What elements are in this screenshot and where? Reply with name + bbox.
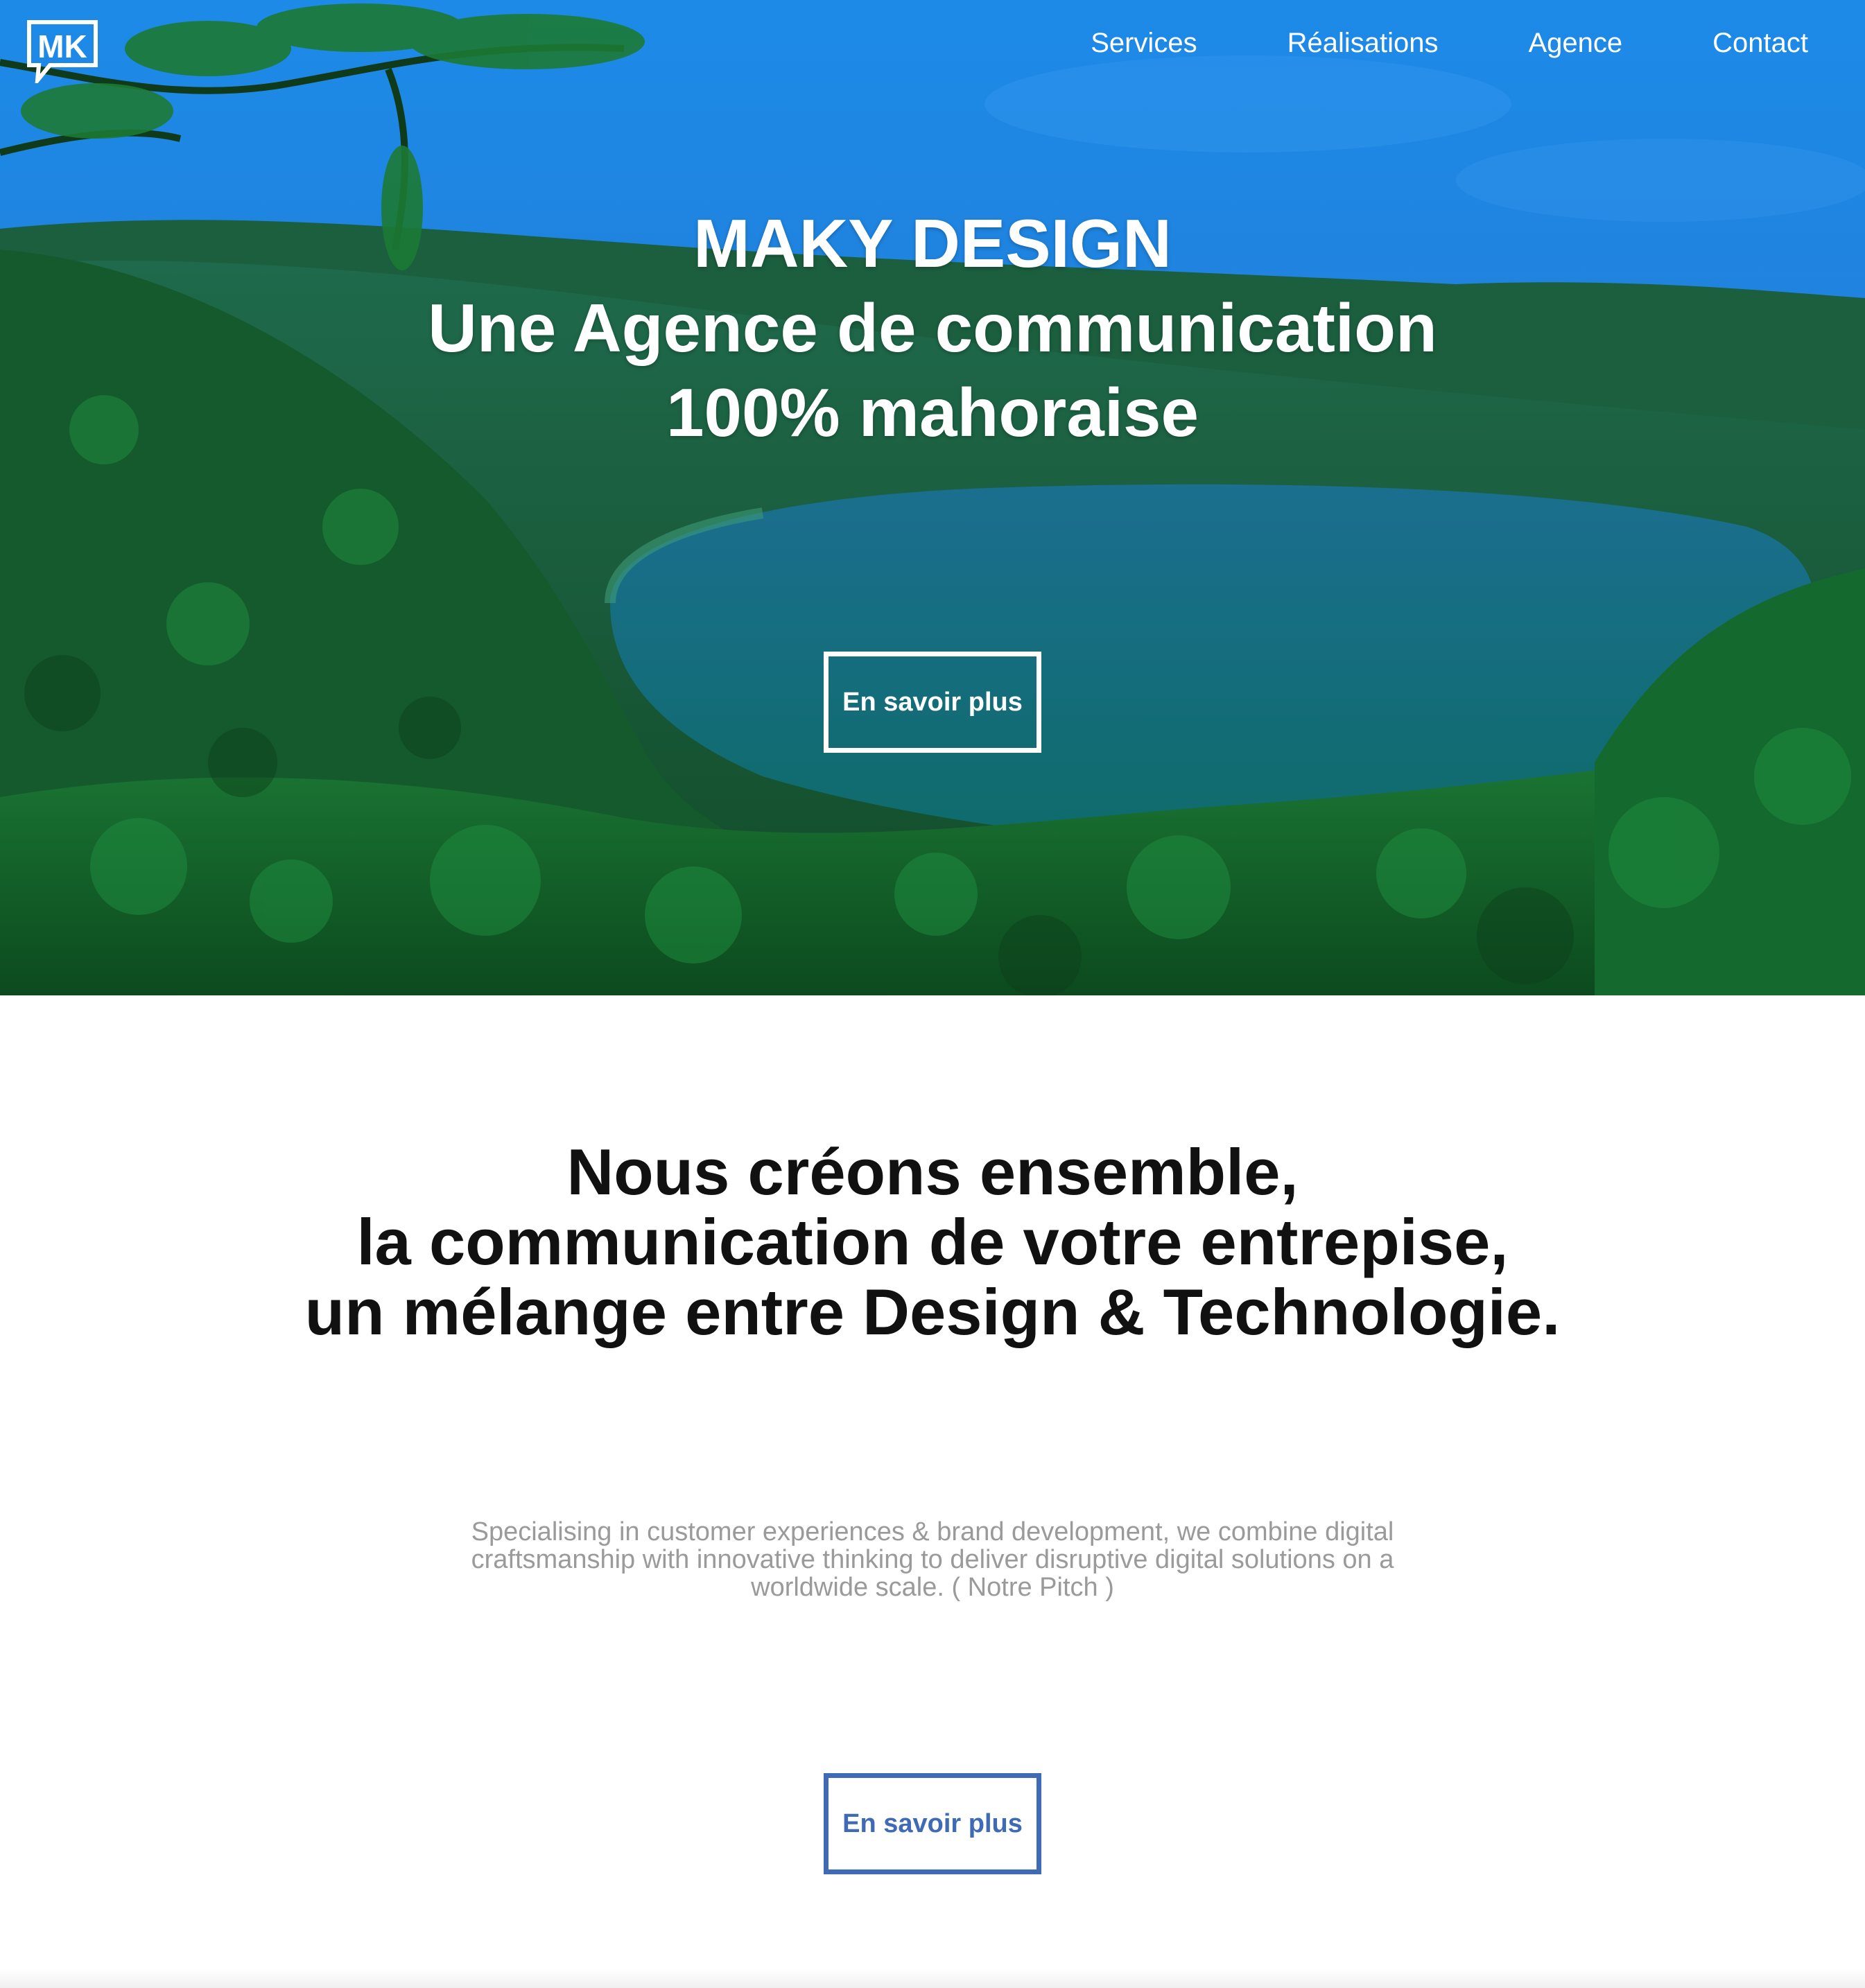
main-nav: Services Réalisations Agence Contact [1000, 24, 1808, 62]
nav-agence[interactable]: Agence [1528, 24, 1622, 62]
logo-text: MK [37, 28, 87, 64]
hero-title-line-3: 100% mahoraise [666, 374, 1199, 451]
nav-services[interactable]: Services [1091, 24, 1197, 62]
hero-title-line-1: MAKY DESIGN [693, 205, 1172, 281]
intro-learn-more-button[interactable]: En savoir plus [824, 1773, 1041, 1874]
nav-realisations[interactable]: Réalisations [1287, 24, 1439, 62]
bottom-divider [0, 1969, 1865, 1988]
nav-contact[interactable]: Contact [1712, 24, 1808, 62]
headline-line-1: Nous créons ensemble, [566, 1135, 1299, 1208]
hero-title-line-2: Une Agence de communication [428, 290, 1437, 366]
intro-headline: Nous créons ensemble, la communication d… [0, 1137, 1865, 1347]
hero-background-image [0, 0, 1865, 995]
pitch-text: Specialising in customer experiences & b… [471, 1517, 1394, 1602]
headline-line-3: un mélange entre Design & Technologie. [304, 1275, 1561, 1348]
hero-section: MK Services Réalisations Agence Contact … [0, 0, 1865, 995]
headline-line-2: la communication de votre entrepise, [356, 1205, 1509, 1278]
hero-learn-more-button[interactable]: En savoir plus [824, 652, 1041, 753]
hero-title: MAKY DESIGN Une Agence de communication … [0, 201, 1865, 455]
mk-logo-icon[interactable]: MK [26, 19, 98, 87]
